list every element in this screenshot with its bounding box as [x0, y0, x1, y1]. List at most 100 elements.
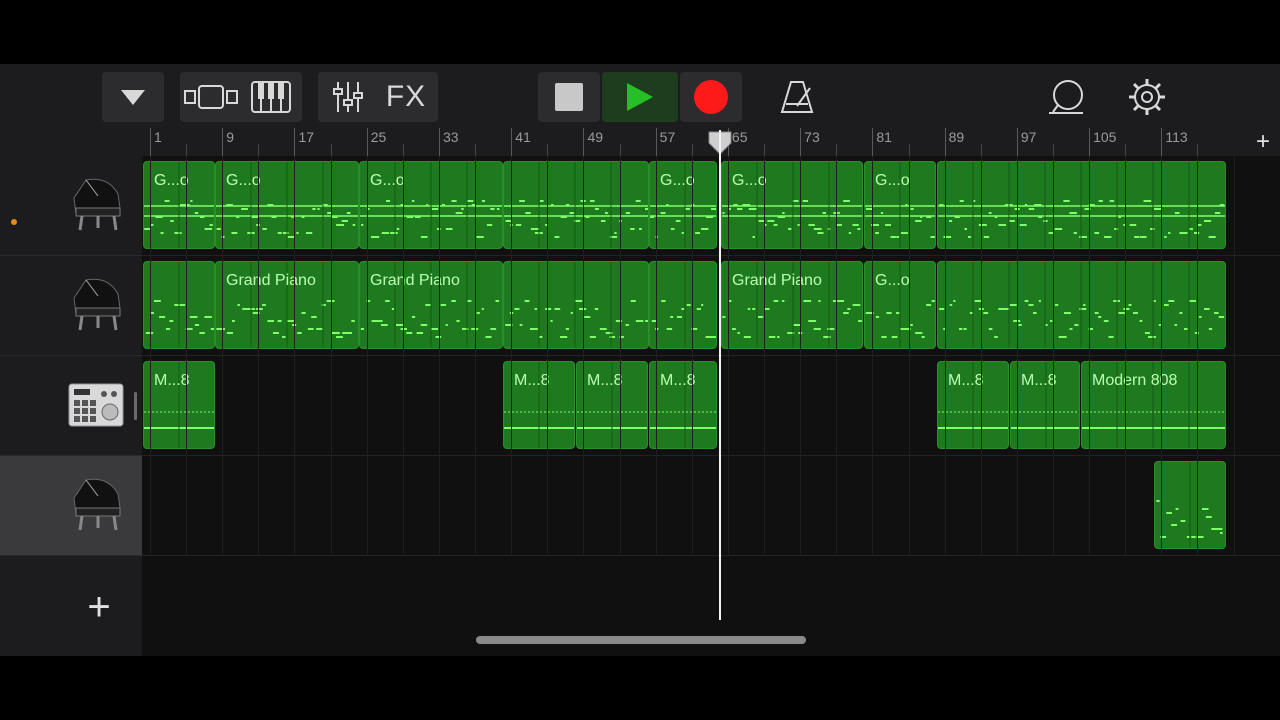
ruler-label: 89: [948, 129, 965, 145]
toolbar: FX: [0, 64, 1280, 128]
region-1-4[interactable]: [503, 161, 649, 249]
region-notes: [505, 262, 648, 348]
ruler-tick: [511, 128, 513, 156]
grid-line: [691, 156, 693, 556]
region-3-1[interactable]: M...8: [143, 361, 215, 449]
grid-line: [330, 156, 332, 556]
loop-browser-button[interactable]: [1036, 72, 1098, 122]
region-2-2[interactable]: Grand Piano: [215, 261, 359, 349]
tracks-view-button[interactable]: [181, 84, 241, 110]
ruler-minor-tick: [186, 144, 188, 156]
track-lane-3: M...8 M...8 M...8 M...8 M...8 M...8 Modern 808: [142, 356, 1280, 456]
loop-icon: [1049, 80, 1083, 114]
region-label: G...o: [875, 272, 910, 289]
track-header-grand-piano-2[interactable]: [0, 256, 142, 356]
region-1-1[interactable]: G...o: [143, 161, 215, 249]
grid-line: [438, 156, 440, 556]
region-4-1[interactable]: [1154, 461, 1226, 549]
track-lane-4: [142, 456, 1280, 556]
ruler-minor-tick: [980, 144, 982, 156]
settings-button[interactable]: [1116, 72, 1178, 122]
grid-line: [836, 156, 838, 556]
keyboard-icon: [251, 81, 291, 113]
grid-line: [475, 156, 477, 556]
browser-button[interactable]: [102, 72, 164, 122]
fx-label: FX: [385, 80, 427, 113]
grid-line: [1233, 156, 1235, 556]
grid-line: [1089, 156, 1091, 556]
track-header-grand-piano-3[interactable]: [0, 456, 142, 556]
grid-line: [872, 156, 874, 556]
region-2-7[interactable]: G...o: [864, 261, 936, 349]
region-1-6[interactable]: G...o: [721, 161, 863, 249]
garageband-app: FX 1 9 17 25 33 41 49 57 65 73 81 89 97 …: [0, 64, 1280, 656]
add-section-button[interactable]: +: [1256, 130, 1270, 154]
region-3-3[interactable]: M...8: [576, 361, 648, 449]
region-2-5[interactable]: [649, 261, 717, 349]
track-header-grand-piano[interactable]: [0, 156, 142, 256]
region-3-7[interactable]: Modern 808: [1081, 361, 1226, 449]
ruler-label: 33: [442, 129, 459, 145]
region-2-4[interactable]: [503, 261, 649, 349]
region-3-5[interactable]: M...8: [937, 361, 1009, 449]
tracks-view-icon: [184, 85, 238, 109]
track-activity-dot: [11, 219, 17, 225]
ruler-label: 105: [1093, 129, 1117, 145]
region-1-2[interactable]: G...o: [215, 161, 359, 249]
fx-button[interactable]: FX: [376, 80, 436, 114]
ruler-minor-tick: [475, 144, 477, 156]
track-header-drum-machine[interactable]: [0, 356, 142, 456]
region-label: G...o: [226, 172, 261, 189]
home-indicator[interactable]: [476, 636, 806, 644]
ruler-label: 17: [298, 129, 315, 145]
ruler-label: 81: [876, 129, 892, 145]
grid-line: [258, 156, 260, 556]
region-3-2[interactable]: M...8: [503, 361, 575, 449]
region-3-4[interactable]: M...8: [649, 361, 717, 449]
ruler-tick: [872, 128, 874, 156]
keyboard-button[interactable]: [241, 81, 301, 113]
region-1-7[interactable]: G...o: [864, 161, 936, 249]
stop-button[interactable]: [538, 72, 600, 122]
record-button[interactable]: [680, 72, 742, 122]
ruler-label: 73: [804, 129, 820, 145]
grid-line: [222, 156, 224, 556]
ruler-minor-tick: [258, 144, 260, 156]
play-button[interactable]: [602, 72, 678, 122]
mixer-button[interactable]: [320, 81, 376, 113]
track-resize-handle[interactable]: [134, 392, 137, 420]
region-notes: [145, 262, 214, 348]
grid-line: [764, 156, 766, 556]
grid-line: [800, 156, 802, 556]
region-2-3[interactable]: Grand Piano: [359, 261, 503, 349]
region-3-6[interactable]: M...8: [1010, 361, 1080, 449]
region-2-1[interactable]: [143, 261, 215, 349]
metronome-button[interactable]: [766, 72, 828, 122]
ruler-minor-tick: [1125, 144, 1127, 156]
grid-line: [1161, 156, 1163, 556]
region-label: Grand Piano: [226, 272, 316, 289]
ruler-tick: [1089, 128, 1091, 156]
grand-piano-icon: [73, 278, 121, 331]
grid-line: [944, 156, 946, 556]
settings-icon: [1129, 79, 1165, 115]
region-1-5[interactable]: G...o: [649, 161, 717, 249]
play-icon: [627, 83, 653, 111]
region-1-3[interactable]: G...o: [359, 161, 503, 249]
mix-fx-group: FX: [318, 72, 438, 122]
region-label: G...o: [370, 172, 405, 189]
ruler-minor-tick: [1197, 144, 1199, 156]
tracks-area[interactable]: G...o G...o G...o G...o G...o G...o Grand Pia…: [142, 156, 1280, 556]
grid-line: [619, 156, 621, 556]
region-label: M...8: [1021, 372, 1057, 389]
ruler-minor-tick: [547, 144, 549, 156]
ruler-label: 25: [370, 129, 387, 145]
grid-line: [908, 156, 910, 556]
add-track-button[interactable]: +: [82, 587, 116, 627]
grid-line: [366, 156, 368, 556]
region-label: M...8: [660, 372, 696, 389]
region-2-6[interactable]: Grand Piano: [721, 261, 863, 349]
ruler-tick: [944, 128, 946, 156]
ruler-tick: [800, 128, 802, 156]
playhead[interactable]: [719, 130, 721, 620]
